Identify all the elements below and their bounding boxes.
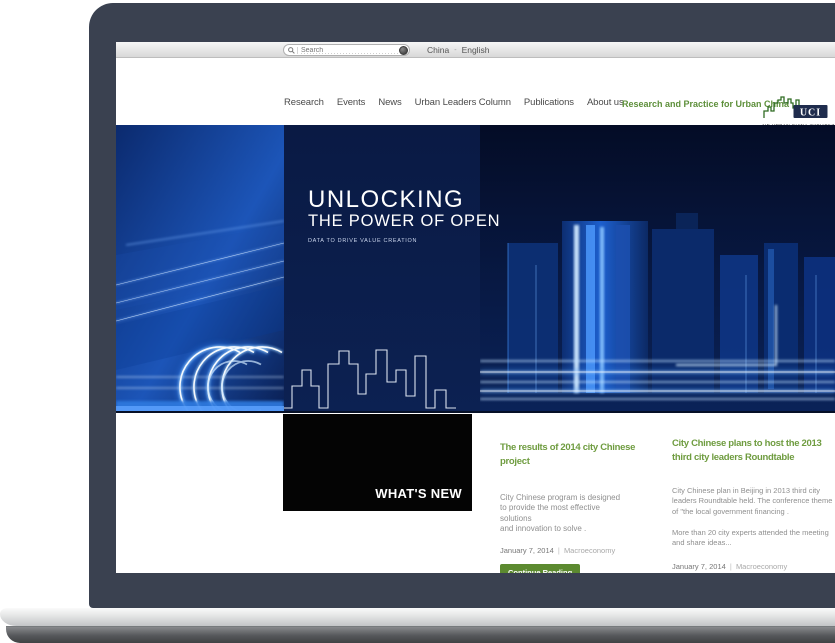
lang-china-link[interactable]: China (427, 45, 449, 55)
article-card: City Chinese plans to host the 2013 thir… (672, 437, 835, 571)
article-excerpt: City Chinese program is designed to prov… (500, 493, 655, 535)
laptop-base-bottom (6, 626, 835, 643)
article-excerpt: City Chinese plan in Beijing in 2013 thi… (672, 486, 835, 549)
article-meta: January 7, 2014 | Macroeconomy (672, 562, 835, 571)
meta-separator: | (558, 546, 560, 555)
whats-new-panel: WHAT'S NEW (283, 414, 472, 511)
nav-research[interactable]: Research (284, 97, 324, 108)
logo-acronym: UCI (800, 107, 821, 118)
browser-screen: China - English Research Events News Urb… (116, 42, 835, 573)
language-switcher: China - English (427, 42, 489, 58)
hero-text: UNLOCKING THE POWER OF OPEN DATA TO DRIV… (308, 187, 500, 244)
search-divider (297, 47, 298, 54)
search-box[interactable] (283, 44, 410, 56)
meta-separator: | (730, 562, 732, 571)
utility-bar: China - English (116, 42, 835, 58)
content-section: WHAT'S NEW The results of 2014 city Chin… (116, 413, 835, 573)
article-category-link[interactable]: Macroeconomy (736, 562, 787, 571)
article-meta: January 7, 2014 | Macroeconomy (500, 546, 655, 555)
hero-subtitle: DATA TO DRIVE VALUE CREATION (308, 238, 500, 244)
article-title-link[interactable]: City Chinese plans to host the 2013 thir… (672, 437, 835, 466)
lang-separator: - (454, 47, 456, 54)
search-input[interactable] (301, 45, 399, 55)
laptop-base (0, 608, 835, 626)
site-header: Research Events News Urban Leaders Colum… (116, 58, 835, 125)
search-submit-button[interactable] (399, 46, 408, 55)
main-nav: Research Events News Urban Leaders Colum… (284, 97, 624, 108)
hero-title-line1: UNLOCKING (308, 187, 500, 212)
article-category-link[interactable]: Macroeconomy (564, 546, 615, 555)
hero-banner: UNLOCKING THE POWER OF OPEN DATA TO DRIV… (116, 125, 835, 413)
article-date: January 7, 2014 (672, 562, 726, 571)
hero-banner-image (116, 125, 835, 413)
nav-events[interactable]: Events (337, 97, 365, 108)
nav-news[interactable]: News (378, 97, 401, 108)
nav-publications[interactable]: Publications (524, 97, 574, 108)
search-icon (288, 47, 295, 54)
hero-title-line2: THE POWER OF OPEN (308, 212, 500, 231)
lang-english-link[interactable]: English (462, 45, 490, 55)
nav-urban-leaders-column[interactable]: Urban Leaders Column (415, 97, 511, 108)
article-title-link[interactable]: The results of 2014 city Chinese project (500, 441, 655, 470)
nav-about-us[interactable]: About us (587, 97, 624, 108)
article-card: The results of 2014 city Chinese project… (500, 441, 655, 573)
laptop-mockup: China - English Research Events News Urb… (0, 0, 835, 643)
whats-new-label: WHAT'S NEW (375, 486, 462, 501)
article-date: January 7, 2014 (500, 546, 554, 555)
continue-reading-button[interactable]: Continue Reading (500, 564, 580, 574)
